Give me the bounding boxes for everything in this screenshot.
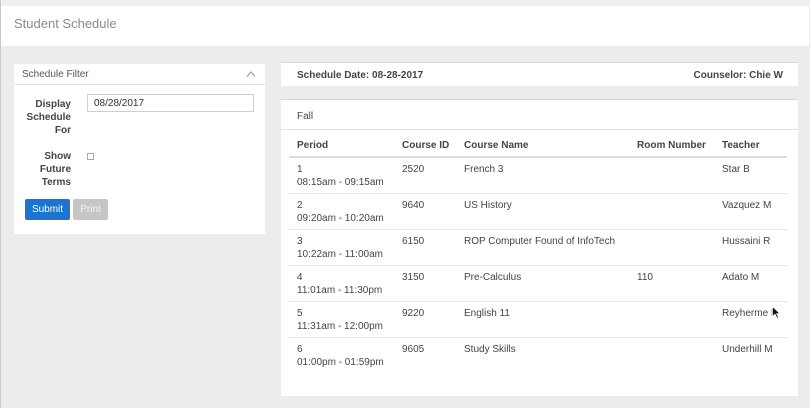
teacher-cell: Adato M — [714, 265, 787, 302]
teacher-cell: Hussaini R — [714, 229, 787, 266]
course-id-cell: 2520 — [394, 157, 456, 194]
course-name-cell: ROP Computer Found of InfoTech — [456, 229, 629, 266]
course-id-cell: 9220 — [394, 301, 456, 338]
room-cell: 110 — [629, 265, 714, 302]
divider — [281, 129, 798, 130]
column-header: Course Name — [456, 135, 629, 158]
submit-button[interactable]: Submit — [25, 199, 70, 220]
display-schedule-label: Display Schedule For — [11, 98, 71, 137]
room-cell — [629, 193, 714, 230]
table-row: 2 09:20am - 10:20am 9640 US History Vazqu… — [289, 193, 787, 230]
period-time: 11:01am - 11:30pm — [297, 284, 383, 296]
course-id-cell: 9605 — [402, 343, 425, 355]
page-header: Student Schedule — [1, 6, 809, 46]
room-cell — [629, 301, 714, 338]
counselor-text: Counselor: Chie W — [693, 70, 783, 81]
course-id-cell: 3150 — [394, 265, 456, 302]
schedule-date-text: Schedule Date: 08-28-2017 — [297, 70, 424, 81]
column-header: Room Number — [629, 135, 714, 158]
course-name-cell: Pre-Calculus — [456, 265, 629, 302]
schedule-table: Period Course ID Course Name Room Number… — [289, 135, 787, 373]
table-row: 3 10:22am - 11:00am 6150 ROP Computer Fou… — [289, 229, 787, 266]
schedule-filter-panel: Schedule Filter Display Schedule For Sho… — [14, 64, 265, 234]
table-row: 5 11:31am - 12:00pm 9220 English 11 Reyhe… — [289, 301, 787, 338]
column-header: Period — [289, 135, 394, 158]
period-time: 10:22am - 11:00am — [297, 248, 383, 260]
chevron-up-icon[interactable] — [246, 70, 256, 78]
period-number: 5 — [297, 307, 303, 319]
period-cell: 2 09:20am - 10:20am — [289, 193, 394, 230]
display-schedule-label-line: For — [54, 125, 71, 136]
schedule-info-bar: Schedule Date: 08-28-2017 Counselor: Chi… — [281, 62, 798, 86]
window-edge — [0, 0, 1, 408]
period-number: 4 — [297, 271, 303, 283]
course-name-cell: Study Skills — [464, 343, 516, 355]
table-row: 6 01:00pm - 01:59pm 9605 Study Skills Und… — [289, 337, 787, 373]
show-future-terms-label-line: Show — [44, 151, 71, 162]
period-cell: 6 01:00pm - 01:59pm — [289, 337, 394, 373]
period-cell: 3 10:22am - 11:00am — [289, 229, 394, 266]
table-header-row: Period Course ID Course Name Room Number… — [289, 135, 787, 158]
show-future-terms-checkbox[interactable] — [87, 153, 94, 160]
column-header: Teacher — [714, 135, 787, 158]
period-number: 1 — [297, 164, 303, 175]
mouse-cursor-icon — [772, 306, 781, 319]
teacher-cell: Underhill M — [722, 343, 773, 355]
print-button[interactable]: Print — [73, 199, 108, 220]
room-cell — [629, 229, 714, 266]
period-time: 08:15am - 09:15am — [297, 177, 384, 188]
display-schedule-label-line: Display — [35, 99, 71, 110]
period-time: 09:20am - 10:20am — [297, 212, 384, 224]
course-name-cell: US History — [456, 193, 629, 230]
filter-panel-title: Schedule Filter — [22, 69, 89, 80]
display-schedule-label-line: Schedule — [26, 112, 71, 123]
period-number: 2 — [297, 199, 303, 211]
show-future-terms-label-line: Terms — [41, 177, 71, 188]
course-id-cell: 6150 — [394, 229, 456, 266]
course-name-cell: French 3 — [456, 157, 629, 194]
column-header: Course ID — [394, 135, 456, 158]
teacher-cell: Star B — [714, 157, 787, 194]
period-time: 01:00pm - 01:59pm — [297, 356, 384, 368]
room-cell — [629, 157, 714, 194]
schedule-panel: Fall Period Course ID Course Name Room N… — [281, 99, 798, 396]
table-row: 4 11:01am - 11:30pm 3150 Pre-Calculus 110… — [289, 265, 787, 302]
filter-panel-header[interactable]: Schedule Filter — [14, 64, 265, 85]
page-title: Student Schedule — [14, 16, 117, 31]
period-cell: 5 11:31am - 12:00pm — [289, 301, 394, 338]
table-row: 1 08:15am - 09:15am 2520 French 3 Star B — [289, 157, 787, 194]
room-cell — [629, 337, 714, 373]
teacher-cell: Vazquez M — [714, 193, 787, 230]
period-number: 6 — [297, 343, 303, 355]
period-cell: 1 08:15am - 09:15am — [289, 157, 394, 194]
term-label: Fall — [297, 111, 314, 122]
show-future-terms-label-line: Future — [39, 164, 71, 175]
period-time: 11:31am - 12:00pm — [297, 320, 383, 332]
show-future-terms-label: Show Future Terms — [11, 150, 71, 189]
period-cell: 4 11:01am - 11:30pm — [289, 265, 394, 302]
schedule-date-field[interactable] — [87, 94, 254, 112]
course-id-cell: 9640 — [394, 193, 456, 230]
course-name-cell: English 11 — [456, 301, 629, 338]
period-number: 3 — [297, 235, 303, 247]
